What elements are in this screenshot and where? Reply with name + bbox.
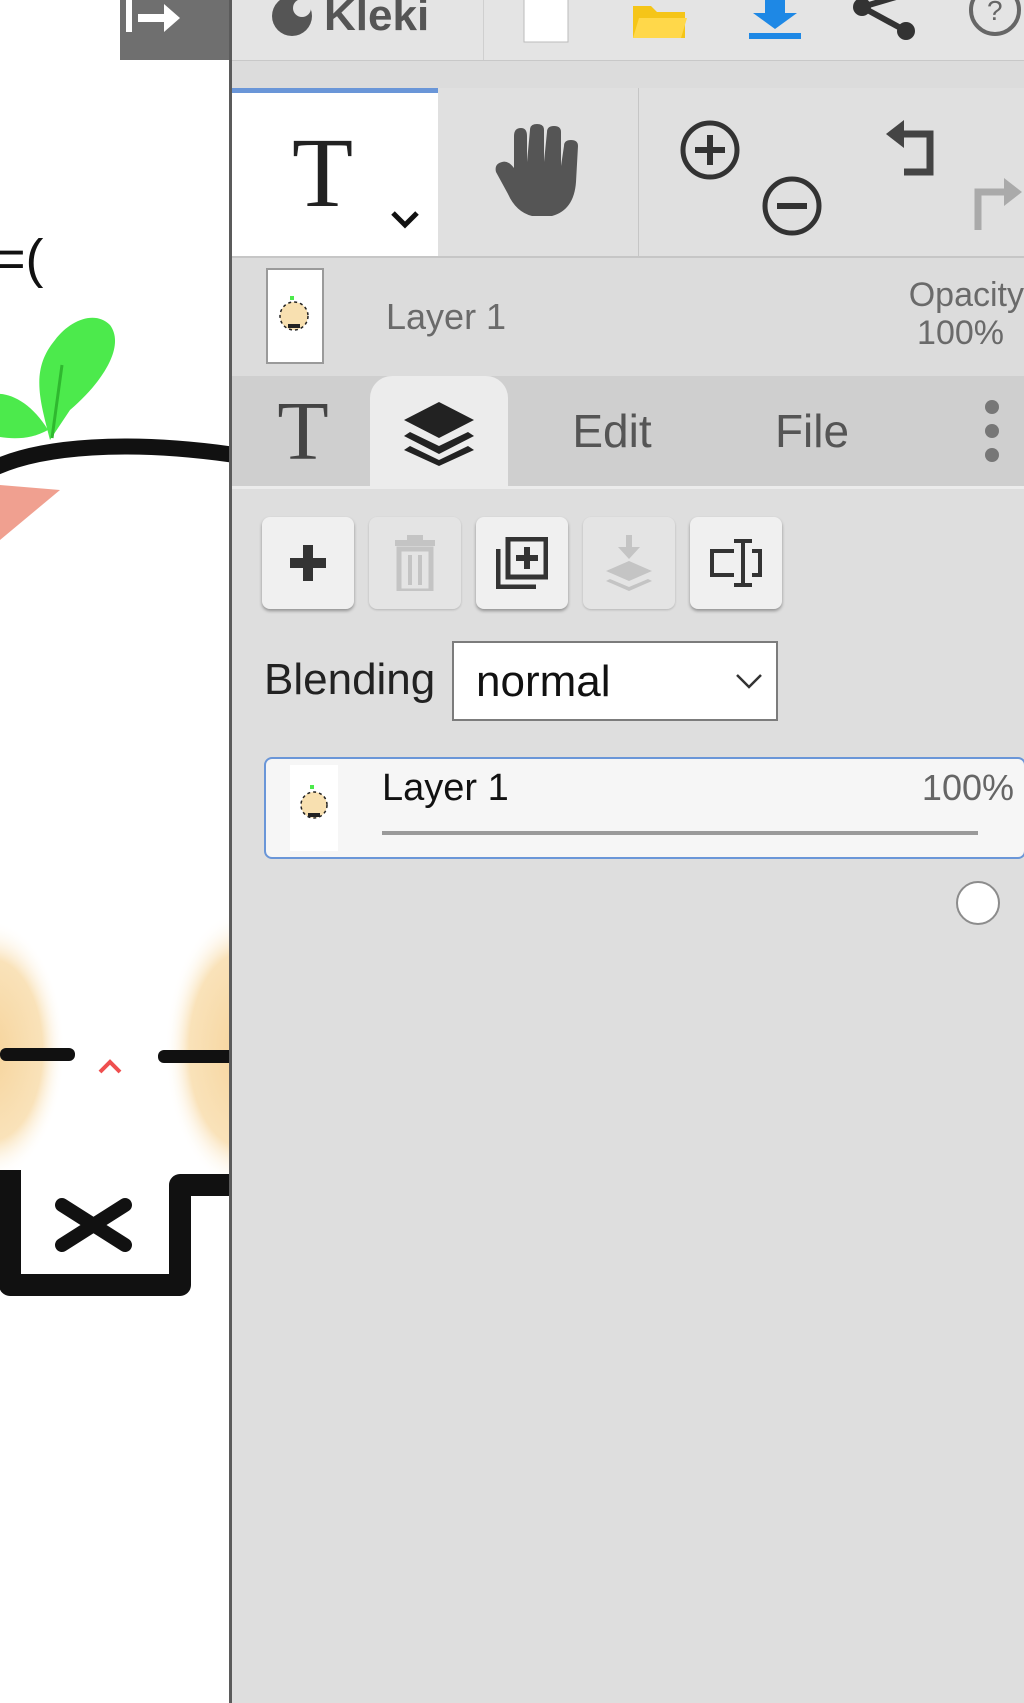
text-tool-tab-icon: T: [277, 384, 329, 478]
panel-tabs: T Edit File: [232, 376, 1024, 489]
add-layer-button[interactable]: [262, 517, 354, 609]
hand-tool-icon: [495, 124, 578, 216]
zoom-in-button[interactable]: [678, 118, 742, 187]
blending-select[interactable]: normal: [452, 641, 778, 721]
merge-down-button[interactable]: [583, 517, 675, 609]
download-icon: [749, 0, 801, 39]
layer-name: Layer 1: [382, 767, 509, 809]
chevron-down-icon[interactable]: [390, 209, 420, 229]
layer-preview-thumbnail: [266, 268, 324, 364]
tool-row: T: [232, 88, 1024, 258]
svg-text:?: ?: [987, 0, 1003, 26]
trash-icon: [395, 535, 435, 591]
tab-edit[interactable]: Edit: [532, 376, 692, 486]
kleki-logo-icon: [272, 0, 312, 36]
share-icon: [853, 0, 915, 40]
rename-icon: [710, 539, 762, 587]
layers-icon: [404, 401, 474, 466]
opacity-label: Opacity: [908, 276, 1024, 314]
text-tool-icon: T: [292, 117, 354, 228]
hide-ui-icon: [126, 0, 180, 32]
text-tool-button[interactable]: T: [232, 88, 438, 256]
opacity-value: 100%: [917, 314, 1004, 352]
app-name: Kleki: [324, 0, 430, 40]
delete-layer-button[interactable]: [369, 517, 461, 609]
tab-file[interactable]: File: [732, 376, 892, 486]
undo-button[interactable]: [882, 118, 946, 187]
blending-label: Blending: [264, 655, 436, 704]
app-logo[interactable]: Kleki: [232, 0, 484, 60]
layer-thumbnail-image: [279, 296, 309, 331]
hand-tool-button[interactable]: [438, 88, 639, 256]
help-icon: ?: [969, 0, 1021, 36]
hide-ui-button[interactable]: [120, 0, 230, 60]
chevron-down-icon: [736, 674, 762, 689]
slider-handle[interactable]: [956, 881, 1000, 925]
zoom-out-button[interactable]: [760, 174, 824, 243]
layer-opacity-slider[interactable]: [382, 831, 1000, 925]
new-canvas-button[interactable]: [516, 0, 576, 60]
download-button[interactable]: [740, 0, 810, 60]
side-panel: Kleki ? T Layer 1 Opacity 100% T Edit Fi…: [232, 0, 1024, 1703]
layer-thumbnail: [290, 765, 338, 851]
duplicate-layer-button[interactable]: [476, 517, 568, 609]
redo-icon: [974, 178, 1022, 230]
help-button[interactable]: ?: [952, 0, 1024, 60]
open-folder-icon: [633, 6, 687, 38]
rename-layer-button[interactable]: [690, 517, 782, 609]
undo-icon: [886, 120, 934, 176]
canvas-text: =(: [0, 229, 44, 289]
zoom-in-icon: [680, 120, 740, 180]
top-toolbar: Kleki ?: [232, 0, 1024, 61]
layers-panel: Blending normal Layer 1 100%: [232, 489, 1024, 1703]
new-canvas-icon: [523, 0, 569, 43]
plus-icon: [290, 545, 326, 581]
layer-opacity-value: 100%: [921, 767, 1014, 808]
open-button[interactable]: [624, 0, 694, 60]
layer-preview[interactable]: Layer 1 Opacity 100%: [232, 258, 1024, 376]
layer-preview-name: Layer 1: [386, 296, 507, 337]
layer-list-item[interactable]: Layer 1 100%: [264, 757, 1024, 925]
drawing-canvas[interactable]: =(: [0, 0, 230, 1703]
tab-text-tool[interactable]: T: [250, 376, 356, 486]
zoom-out-icon: [762, 176, 822, 236]
duplicate-icon: [496, 537, 548, 589]
layer-thumbnail-image: [300, 785, 328, 819]
blending-value: normal: [476, 657, 611, 706]
more-menu-button[interactable]: [962, 376, 1022, 486]
merge-down-icon: [606, 535, 652, 591]
share-button[interactable]: [850, 0, 920, 60]
redo-button[interactable]: [962, 176, 1024, 245]
tab-layers[interactable]: [370, 376, 508, 489]
more-vertical-icon: [985, 400, 999, 462]
